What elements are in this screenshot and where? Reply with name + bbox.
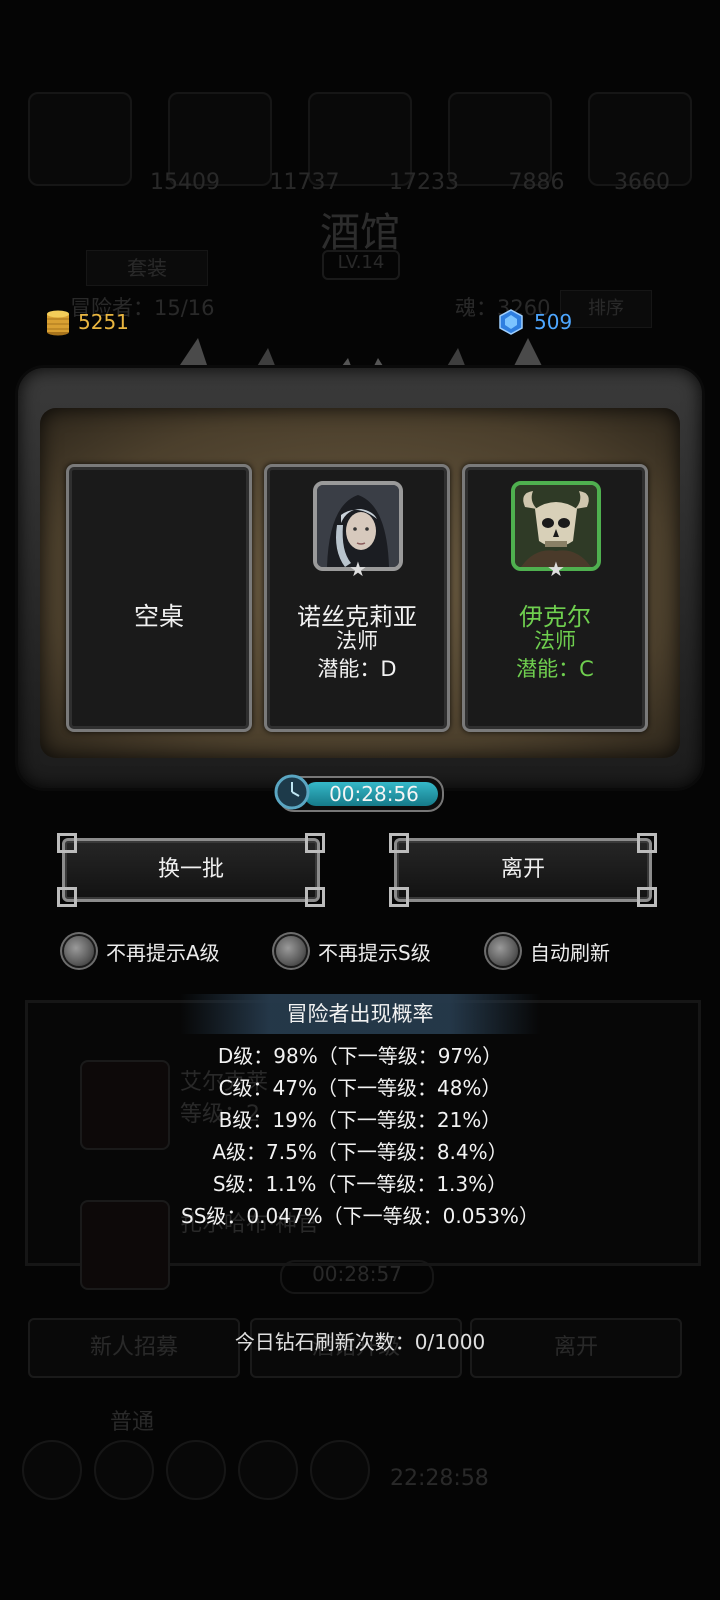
bg-resource-icons xyxy=(28,92,692,186)
button-corner-ornament xyxy=(637,887,657,907)
probability-title: 冒险者出现概率 xyxy=(180,994,540,1034)
bg-bottom-icon xyxy=(310,1440,370,1500)
gem-amount: 509 xyxy=(534,310,573,334)
option-auto-refresh[interactable]: 自动刷新 xyxy=(488,934,610,968)
button-corner-ornament xyxy=(57,887,77,907)
button-corner-ornament xyxy=(389,833,409,853)
option-label: 不再提示A级 xyxy=(106,940,220,965)
button-corner-ornament xyxy=(305,833,325,853)
bg-suit-button: 套装 xyxy=(86,250,208,286)
radio-toggle[interactable] xyxy=(488,936,518,966)
bg-bottom-icon xyxy=(238,1440,298,1500)
tavern-slot-hero[interactable]: ★ 伊克尔 法师 潜能：C xyxy=(462,464,648,732)
bg-resource-icon xyxy=(168,92,272,186)
bg-count: 17233 xyxy=(389,170,459,195)
refresh-batch-button[interactable]: 换一批 xyxy=(57,833,325,907)
clock-icon xyxy=(274,774,310,810)
option-no-alert-s[interactable]: 不再提示S级 xyxy=(276,934,431,968)
probability-line: A级：7.5%（下一等级：8.4%） xyxy=(212,1140,508,1164)
gem-display: 509 xyxy=(498,306,572,338)
bg-resource-icon xyxy=(448,92,552,186)
button-corner-ornament xyxy=(305,887,325,907)
bg-timer: 00:28:57 xyxy=(280,1260,434,1294)
gold-amount: 5251 xyxy=(78,310,129,334)
bg-resource-icon xyxy=(308,92,412,186)
refresh-timer: 00:28:56 xyxy=(274,774,444,812)
skull-warrior-icon xyxy=(515,485,597,567)
tavern-slot-empty[interactable]: 空桌 xyxy=(66,464,252,732)
timer-text: 00:28:56 xyxy=(329,782,419,806)
bg-bottom-timer: 22:28:58 xyxy=(390,1466,489,1491)
empty-table-label: 空桌 xyxy=(133,602,184,631)
gold-display: 5251 xyxy=(46,306,129,338)
bg-resource-icon xyxy=(588,92,692,186)
hero-potential: 潜能：D xyxy=(317,657,397,681)
probability-line: S级：1.1%（下一等级：1.3%） xyxy=(212,1172,508,1196)
probability-line: SS级：0.047%（下一等级：0.053%） xyxy=(181,1204,539,1228)
hooded-mage-icon xyxy=(317,485,399,567)
bg-resource-icon xyxy=(28,92,132,186)
hero-potential: 潜能：C xyxy=(516,657,594,681)
probability-line: C级：47%（下一等级：48%） xyxy=(218,1076,502,1100)
bg-bottom-label: 普通 xyxy=(110,1410,155,1435)
bg-count: 7886 xyxy=(508,170,565,195)
bg-count: 15409 xyxy=(150,170,220,195)
probability-line: B级：19%（下一等级：21%） xyxy=(218,1108,502,1132)
radio-toggle[interactable] xyxy=(276,936,306,966)
option-label: 自动刷新 xyxy=(530,940,610,965)
refresh-batch-label: 换一批 xyxy=(157,857,224,882)
bg-count: 11737 xyxy=(269,170,340,195)
bg-level-badge: LV.14 xyxy=(322,250,400,280)
star-icon: ★ xyxy=(547,557,565,581)
bg-sort-button: 排序 xyxy=(560,290,652,328)
tavern-slot-hero[interactable]: ★ 诺丝克莉亚 法师 潜能：D xyxy=(264,464,450,732)
bg-resource-counts: 15409 11737 17233 7886 3660 xyxy=(150,170,670,195)
leave-label: 离开 xyxy=(500,857,545,882)
bg-bottom-icon xyxy=(22,1440,82,1500)
radio-toggle[interactable] xyxy=(64,936,94,966)
leave-button[interactable]: 离开 xyxy=(389,833,657,907)
gold-coin-icon xyxy=(47,310,69,336)
diamond-icon xyxy=(499,309,523,335)
bg-bottom-icon xyxy=(94,1440,154,1500)
button-corner-ornament xyxy=(389,887,409,907)
bg-count: 3660 xyxy=(614,170,670,195)
button-corner-ornament xyxy=(637,833,657,853)
button-corner-ornament xyxy=(57,833,77,853)
diamond-refresh-count: 今日钻石刷新次数：0/1000 xyxy=(234,1330,486,1354)
probability-line: D级：98%（下一等级：97%） xyxy=(217,1044,503,1068)
bg-bottom-icon xyxy=(166,1440,226,1500)
hero-class: 法师 xyxy=(534,629,576,653)
option-no-alert-a[interactable]: 不再提示A级 xyxy=(64,934,220,968)
star-icon: ★ xyxy=(349,557,367,581)
option-label: 不再提示S级 xyxy=(318,940,431,965)
bg-tavern-title: 酒馆 xyxy=(320,210,400,256)
hero-class: 法师 xyxy=(336,629,378,653)
